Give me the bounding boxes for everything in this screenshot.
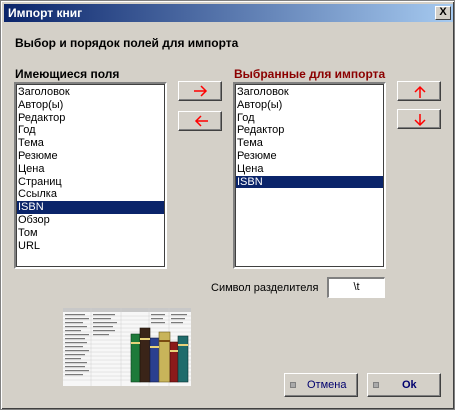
list-item[interactable]: Редактор bbox=[16, 112, 165, 125]
list-item[interactable]: Тема bbox=[16, 137, 165, 150]
move-up-button[interactable] bbox=[397, 81, 441, 101]
list-item[interactable]: Резюме bbox=[235, 150, 384, 163]
list-item[interactable]: Цена bbox=[16, 163, 165, 176]
selected-fields-list[interactable]: Заголовок Автор(ы) Год Редактор Тема Резюме Це… bbox=[233, 82, 386, 269]
list-item[interactable]: Ссылка bbox=[16, 188, 165, 201]
cancel-button[interactable]: Отмена bbox=[284, 373, 358, 397]
list-item[interactable]: Том bbox=[16, 227, 165, 240]
books-spreadsheet-illustration bbox=[63, 308, 191, 386]
list-item[interactable]: Резюме bbox=[16, 150, 165, 163]
button-bullet-icon bbox=[373, 382, 379, 388]
ok-button-label: Ok bbox=[402, 379, 417, 391]
remove-field-button[interactable] bbox=[178, 111, 222, 131]
available-fields-label: Имеющиеся поля bbox=[15, 67, 120, 81]
close-button[interactable]: X bbox=[435, 6, 451, 20]
list-item[interactable]: Автор(ы) bbox=[16, 99, 165, 112]
import-dialog: Импорт книг X Выбор и порядок полей для … bbox=[0, 0, 455, 410]
list-item[interactable]: Год bbox=[16, 124, 165, 137]
arrow-left-icon bbox=[194, 115, 208, 127]
list-item[interactable]: Редактор bbox=[235, 124, 384, 137]
section-heading: Выбор и порядок полей для импорта bbox=[15, 36, 239, 50]
list-item[interactable]: Заголовок bbox=[16, 86, 165, 99]
arrow-up-icon bbox=[414, 85, 426, 98]
separator-input[interactable]: \t bbox=[327, 277, 385, 298]
list-item[interactable]: Страниц bbox=[16, 176, 165, 189]
selected-fields-label: Выбранные для импорта bbox=[234, 67, 386, 81]
list-item[interactable]: Тема bbox=[235, 137, 384, 150]
list-item[interactable]: Автор(ы) bbox=[235, 99, 384, 112]
list-item[interactable]: Год bbox=[235, 112, 384, 125]
list-item[interactable]: Цена bbox=[235, 163, 384, 176]
title-bar[interactable]: Импорт книг X bbox=[4, 4, 453, 22]
button-bullet-icon bbox=[290, 382, 296, 388]
move-down-button[interactable] bbox=[397, 109, 441, 129]
arrow-right-icon bbox=[194, 85, 208, 97]
cancel-button-label: Отмена bbox=[307, 379, 347, 391]
window-title: Импорт книг bbox=[8, 6, 83, 20]
list-item[interactable]: Заголовок bbox=[235, 86, 384, 99]
ok-button[interactable]: Ok bbox=[367, 373, 441, 397]
list-item[interactable]: ISBN bbox=[235, 175, 384, 189]
list-item[interactable]: Обзор bbox=[16, 214, 165, 227]
available-fields-list[interactable]: Заголовок Автор(ы) Редактор Год Тема Резюме Це… bbox=[14, 82, 167, 269]
add-field-button[interactable] bbox=[178, 81, 222, 101]
list-item[interactable]: ISBN bbox=[16, 201, 165, 214]
list-item[interactable]: URL bbox=[16, 240, 165, 253]
separator-label: Символ разделителя bbox=[211, 282, 319, 294]
arrow-down-icon bbox=[414, 114, 426, 127]
